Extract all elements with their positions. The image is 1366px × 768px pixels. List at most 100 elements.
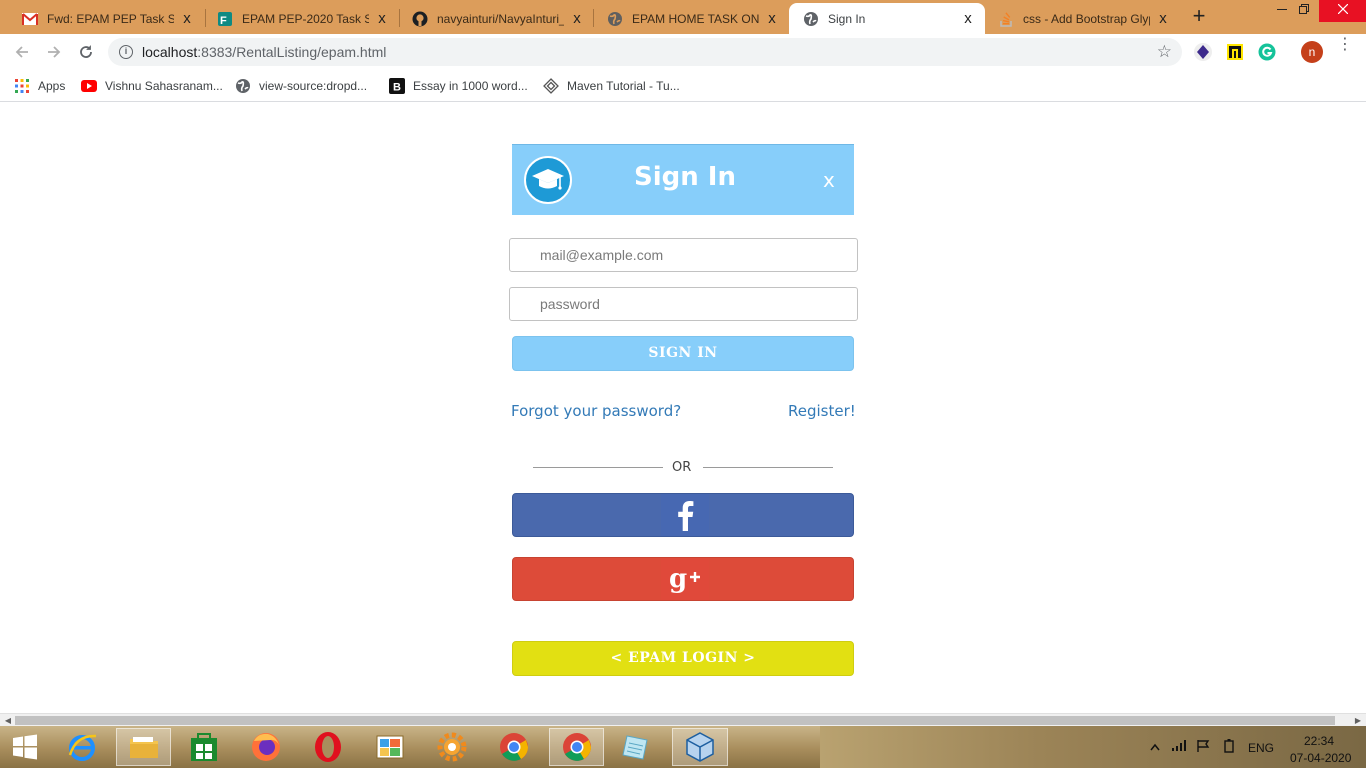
browser-toolbar: i localhost:8383/RentalListing/epam.html… [0,34,1366,70]
paint-icon[interactable] [364,728,416,766]
page-content: Sign In x SIGN IN Forgot your password? … [0,103,1366,713]
browser-menu-icon[interactable]: ⋮ [1337,37,1353,62]
globe-icon [607,11,623,27]
bookmark-essay[interactable]: B Essay in 1000 word... [389,77,528,95]
facebook-icon [661,494,709,536]
site-info-icon[interactable]: i [119,45,133,59]
tab-strip: Fwd: EPAM PEP Task Sub x F EPAM PEP-2020… [0,0,1366,34]
back-button[interactable] [11,41,33,63]
clock-time[interactable]: 22:34 [1304,734,1334,748]
tab-title: Sign In [828,11,866,26]
or-separator-text: OR [672,460,692,475]
forgot-password-link[interactable]: Forgot your password? [511,402,681,420]
globe-icon [803,11,819,27]
stackoverflow-icon [998,11,1014,27]
tab-close-button[interactable]: x [570,11,584,26]
tab-epam-home-task[interactable]: EPAM HOME TASK ON H x [593,3,789,34]
tab-forms[interactable]: F EPAM PEP-2020 Task Sul x [203,3,399,34]
store-icon[interactable] [178,728,230,766]
chrome-icon[interactable] [549,728,604,766]
svg-text:g: g [669,565,687,593]
tab-github[interactable]: navyainturi/NavyaInturi_ x [398,3,594,34]
tab-stackoverflow[interactable]: css - Add Bootstrap Glyp x [984,3,1180,34]
apps-grid-icon [14,78,30,94]
bookmark-maven[interactable]: Maven Tutorial - Tu... [543,77,680,95]
divider-left [533,467,663,468]
network-icon[interactable] [1172,739,1188,754]
tab-title: css - Add Bootstrap Glyp [1023,11,1150,26]
notepad-icon[interactable] [610,728,662,766]
grammarly-icon[interactable] [1257,42,1277,62]
scrollbar-thumb[interactable] [15,716,1335,725]
reload-button[interactable] [75,41,97,63]
start-icon[interactable] [0,728,50,766]
google-plus-icon: g [661,558,709,600]
window-close-button[interactable] [1319,0,1366,22]
tray-overflow-icon[interactable] [1150,740,1160,754]
tab-close-button[interactable]: x [765,11,779,26]
bookmark-label: Apps [38,79,66,93]
signin-header: Sign In x [512,144,854,215]
virtualbox-icon[interactable] [672,728,728,766]
new-tab-button[interactable]: + [1188,5,1210,28]
bookmark-label: Essay in 1000 word... [413,79,528,93]
flag-icon[interactable] [1196,739,1210,756]
bookmark-vishnu[interactable]: Vishnu Sahasranam... [81,77,223,95]
restore-button[interactable] [1284,0,1324,22]
forms-icon: F [217,11,233,27]
bookmark-label: Maven Tutorial - Tu... [567,79,680,93]
firefox-icon[interactable] [240,728,292,766]
tab-sign-in[interactable]: Sign In x [789,3,985,34]
tab-close-button[interactable]: x [180,11,194,26]
tab-close-button[interactable]: x [1156,11,1170,26]
battery-icon[interactable] [1224,739,1234,756]
chrome-icon[interactable] [488,728,540,766]
ie-icon[interactable] [56,728,108,766]
tab-gmail[interactable]: Fwd: EPAM PEP Task Sub x [8,3,204,34]
gmail-icon [22,11,38,27]
signin-button[interactable]: SIGN IN [512,336,854,371]
scroll-right-icon[interactable]: ▶ [1352,715,1364,726]
bookmark-label: Vishnu Sahasranam... [105,79,223,93]
youtube-icon [81,78,97,94]
tab-close-button[interactable]: x [961,11,975,26]
register-link[interactable]: Register! [788,402,856,420]
clock-date[interactable]: 07-04-2020 [1290,751,1351,765]
tab-title: EPAM PEP-2020 Task Sul [242,11,369,26]
language-indicator[interactable]: ENG [1248,741,1274,755]
epam-login-button[interactable]: < EPAM LOGIN > [512,641,854,676]
settings-gear-icon[interactable] [426,728,478,766]
tab-title: EPAM HOME TASK ON H [632,11,759,26]
globe-icon [235,78,251,94]
url-path: :8383/RentalListing/epam.html [197,44,387,60]
extension-n-icon[interactable] [1225,42,1245,62]
bookmark-view-source[interactable]: view-source:dropd... [235,77,367,95]
email-field[interactable] [509,238,858,272]
url-text[interactable]: localhost:8383/RentalListing/epam.html [142,44,386,60]
file-explorer-icon[interactable] [116,728,171,766]
bookmark-apps[interactable]: Apps [14,77,65,95]
github-icon [412,11,428,27]
taskbar: ENG [0,726,1366,768]
scroll-left-icon[interactable]: ◀ [2,715,14,726]
signin-title: Sign In [634,162,736,192]
graduation-cap-icon [524,156,572,204]
tab-close-button[interactable]: x [375,11,389,26]
bookmark-star-icon[interactable]: ☆ [1157,42,1172,62]
bookmarks-bar: Apps Vishnu Sahasranam... view-source:dr… [0,70,1366,102]
close-button[interactable]: x [823,168,835,192]
maven-icon [543,78,559,94]
profile-avatar[interactable]: n [1301,41,1323,63]
bookmark-label: view-source:dropd... [259,79,368,93]
divider-right [703,467,833,468]
url-host: localhost [142,44,198,60]
address-bar[interactable]: i localhost:8383/RentalListing/epam.html… [108,38,1182,66]
facebook-login-button[interactable] [512,493,854,537]
opera-icon[interactable] [302,728,354,766]
password-field[interactable] [509,287,858,321]
tab-title: navyainturi/NavyaInturi_ [437,11,564,26]
extension-diamond-icon[interactable] [1193,42,1213,62]
forward-button[interactable] [43,41,65,63]
google-plus-login-button[interactable]: g [512,557,854,601]
horizontal-scrollbar[interactable]: ◀ ▶ [0,713,1366,726]
